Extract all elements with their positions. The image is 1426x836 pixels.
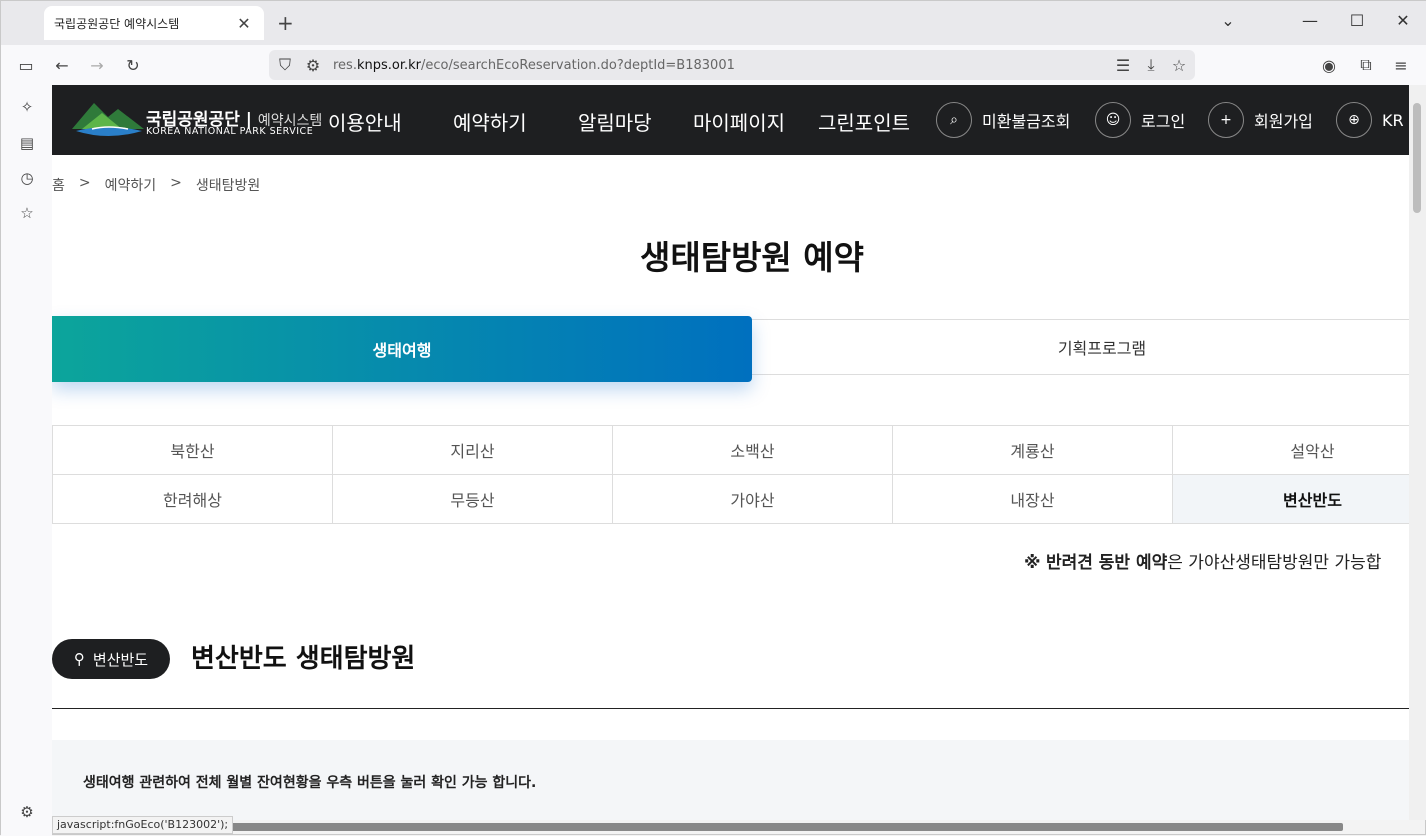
user-add-icon: + [1208, 102, 1244, 138]
address-bar[interactable]: ⛉ ⚙ res.knps.or.kr/eco/searchEcoReservat… [269, 50, 1195, 80]
tab-eco-travel[interactable]: 생태여행 [52, 316, 752, 382]
ai-chat-icon[interactable]: ✧ [15, 95, 39, 119]
menu-icon[interactable]: ≡ [1389, 53, 1413, 77]
refund-inquiry-label: 미환불금조회 [982, 112, 1071, 131]
breadcrumb-eco-center[interactable]: 생태탐방원 [196, 175, 260, 195]
park-sobaeksan[interactable]: 소백산 [612, 426, 892, 474]
park-selector: 북한산 지리산 소백산 계룡산 설악산 한려해상 무등산 가야산 내장산 변산반… [52, 425, 1409, 524]
info-box: 생태여행 관련하여 전체 월별 잔여현황을 우측 버튼을 눌러 확인 가능 합니… [52, 740, 1409, 820]
park-naejangsan[interactable]: 내장산 [892, 475, 1172, 523]
program-tabs: 생태여행 기획프로그램 [52, 316, 1409, 382]
settings-gear-icon[interactable]: ⚙ [15, 800, 39, 824]
account-icon[interactable]: ◉ [1317, 53, 1341, 77]
park-mudeungsan[interactable]: 무등산 [332, 475, 612, 523]
park-hallyeohaesang[interactable]: 한려해상 [52, 475, 332, 523]
nav-guide[interactable]: 이용안내 [328, 107, 402, 136]
breadcrumb: 홈 > 예약하기 > 생태탐방원 [52, 175, 260, 195]
vertical-scrollbar[interactable] [1409, 85, 1426, 820]
bookmarks-icon[interactable]: ☆ [15, 201, 39, 225]
horizontal-scrollbar[interactable] [223, 823, 1343, 831]
notice-rest: 은 가야산생태탐방원만 가능합 [1167, 553, 1382, 573]
browser-sidebar: ✧ ▤ ◷ ☆ ⚙ [1, 85, 52, 836]
park-gyeryongsan[interactable]: 계룡산 [892, 426, 1172, 474]
park-row: 한려해상 무등산 가야산 내장산 변산반도 [52, 475, 1409, 524]
reload-icon[interactable]: ↻ [121, 53, 145, 77]
park-seoraksan[interactable]: 설악산 [1172, 426, 1409, 474]
browser-toolbar: ▭ ← → ↻ ⛉ ⚙ res.knps.or.kr/eco/searchEco… [1, 45, 1426, 85]
mountain-logo-icon [72, 103, 144, 136]
search-document-icon: ⌕ [936, 102, 972, 138]
bookmark-star-icon[interactable]: ☆ [1167, 53, 1191, 77]
park-bukhansan[interactable]: 북한산 [52, 426, 332, 474]
tab-strip: 국립공원공단 예약시스템 ✕ + ⌄ — ☐ ✕ [1, 1, 1426, 45]
park-jirisan[interactable]: 지리산 [332, 426, 612, 474]
new-tab-button[interactable]: + [277, 11, 294, 35]
breadcrumb-separator: > [78, 175, 91, 191]
login-label: 로그인 [1141, 112, 1186, 131]
site-header: 국립공원공단 | 예약시스템 KOREA NATIONAL PARK SERVI… [52, 85, 1409, 155]
browser-window: 국립공원공단 예약시스템 ✕ + ⌄ — ☐ ✕ ▭ ← → ↻ ⛉ ⚙ res… [0, 0, 1426, 836]
breadcrumb-home[interactable]: 홈 [52, 175, 65, 195]
reader-view-icon[interactable]: ☰ [1111, 53, 1135, 77]
tab-planned-program[interactable]: 기획프로그램 [752, 320, 1409, 374]
knps-logo[interactable]: 국립공원공단 | 예약시스템 KOREA NATIONAL PARK SERVI… [72, 99, 332, 143]
nav-notice[interactable]: 알림마당 [578, 107, 652, 136]
nav-greenpoint[interactable]: 그린포인트 [818, 107, 910, 136]
park-byeonsanbando[interactable]: 변산반도 [1172, 475, 1409, 523]
breadcrumb-separator: > [170, 175, 182, 191]
scrollbar-thumb[interactable] [1413, 103, 1421, 213]
url-text[interactable]: res.knps.or.kr/eco/searchEcoReservation.… [333, 58, 735, 73]
extensions-icon[interactable]: ⧉ [1354, 53, 1378, 77]
region-badge: ⚲ 변산반도 [52, 639, 170, 679]
page-title: 생태탐방원 예약 [639, 238, 864, 277]
login-button[interactable]: ☺ 로그인 [1095, 102, 1185, 138]
web-page: 국립공원공단 | 예약시스템 KOREA NATIONAL PARK SERVI… [52, 85, 1409, 820]
park-gayasan[interactable]: 가야산 [612, 475, 892, 523]
back-icon[interactable]: ← [50, 53, 74, 77]
save-page-icon[interactable]: ⤓ [1139, 53, 1163, 77]
tab-close-icon[interactable]: ✕ [234, 14, 254, 33]
sidebar-toggle-icon[interactable]: ▭ [14, 53, 38, 77]
tab-title: 국립공원공단 예약시스템 [54, 16, 180, 31]
language-label: KR [1382, 110, 1404, 130]
globe-icon: ⊕ [1336, 102, 1372, 138]
divider [52, 708, 1409, 709]
language-button[interactable]: ⊕ KR [1336, 102, 1404, 138]
forward-icon[interactable]: → [85, 53, 109, 77]
signup-button[interactable]: + 회원가입 [1208, 102, 1313, 138]
synced-tabs-icon[interactable]: ▤ [15, 131, 39, 155]
info-text: 생태여행 관련하여 전체 월별 잔여현황을 우측 버튼을 눌러 확인 가능 합니… [83, 775, 537, 791]
tab-list-chevron-icon[interactable]: ⌄ [1218, 11, 1238, 30]
region-badge-label: 변산반도 [92, 650, 149, 669]
section-title: 변산반도 생태탐방원 [191, 644, 416, 674]
close-window-icon[interactable]: ✕ [1393, 11, 1413, 30]
nav-reservation[interactable]: 예약하기 [453, 107, 527, 136]
signup-label: 회원가입 [1254, 112, 1313, 131]
notice-bold: 반려견 동반 예약 [1045, 553, 1168, 573]
minimize-icon[interactable]: — [1300, 11, 1320, 30]
refund-inquiry-button[interactable]: ⌕ 미환불금조회 [936, 102, 1070, 138]
site-info-icon[interactable]: ⚙ [301, 53, 325, 77]
nav-mypage[interactable]: 마이페이지 [693, 107, 785, 136]
shield-icon[interactable]: ⛉ [273, 53, 297, 77]
maximize-icon[interactable]: ☐ [1347, 11, 1367, 30]
notice-mark: ※ [1024, 553, 1041, 573]
logo-english: KOREA NATIONAL PARK SERVICE [146, 126, 314, 137]
status-bar: javascript:fnGoEco('B123002'); [52, 816, 234, 834]
park-row: 북한산 지리산 소백산 계룡산 설악산 [52, 426, 1409, 475]
breadcrumb-reservation[interactable]: 예약하기 [105, 175, 157, 195]
history-icon[interactable]: ◷ [15, 166, 39, 190]
user-login-icon: ☺ [1095, 102, 1131, 138]
browser-tab[interactable]: 국립공원공단 예약시스템 ✕ [44, 6, 264, 40]
pet-notice: ※ 반려견 동반 예약은 가야산생태탐방원만 가능합 [1024, 548, 1381, 573]
location-pin-icon: ⚲ [73, 650, 85, 668]
